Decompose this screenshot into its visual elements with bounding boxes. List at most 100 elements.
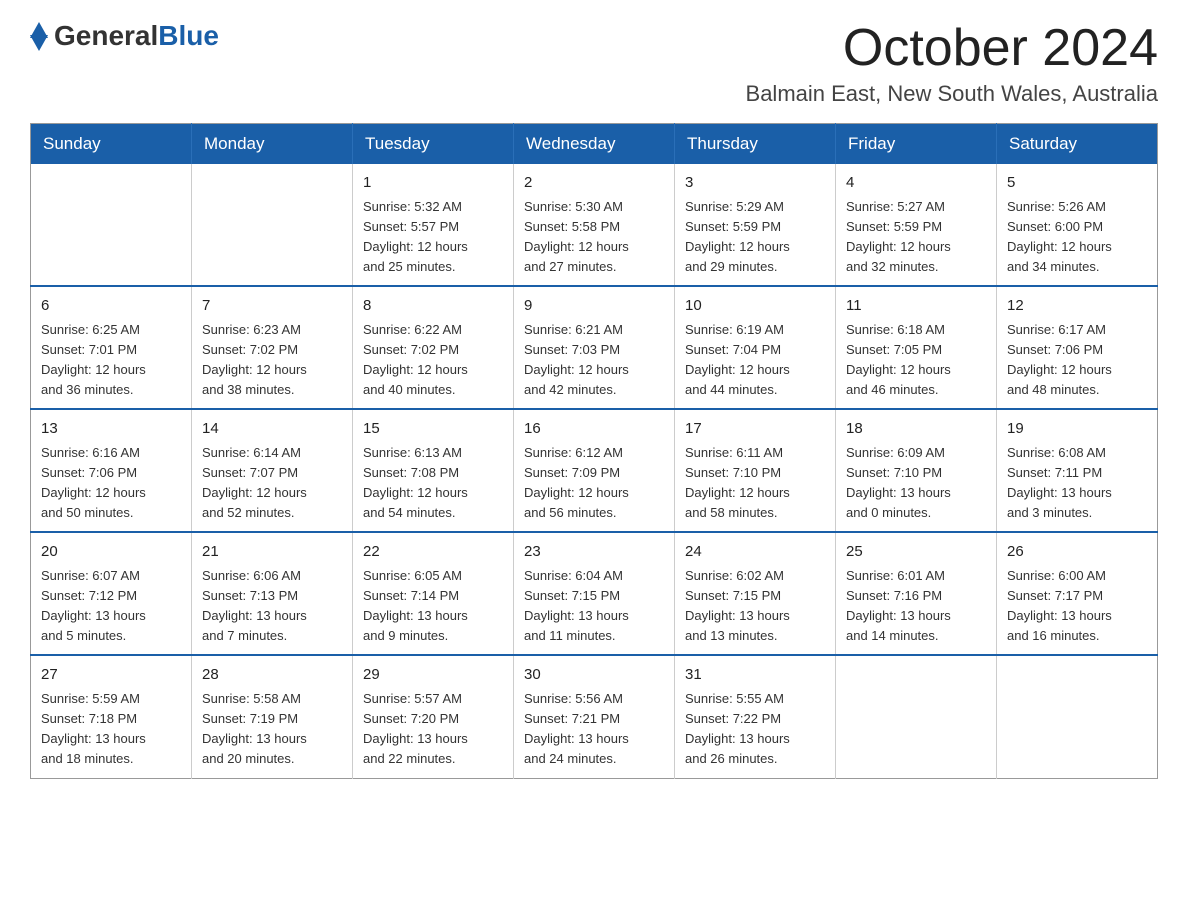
day-number: 24 [685, 541, 825, 564]
calendar-week-row: 13Sunrise: 6:16 AMSunset: 7:06 PMDayligh… [31, 409, 1158, 532]
day-number: 15 [363, 418, 503, 441]
day-info: Sunrise: 6:19 AMSunset: 7:04 PMDaylight:… [685, 320, 825, 401]
day-number: 12 [1007, 295, 1147, 318]
day-info: Sunrise: 6:08 AMSunset: 7:11 PMDaylight:… [1007, 443, 1147, 524]
day-info: Sunrise: 6:09 AMSunset: 7:10 PMDaylight:… [846, 443, 986, 524]
logo-blue-text: Blue [158, 20, 219, 52]
calendar-day-cell: 24Sunrise: 6:02 AMSunset: 7:15 PMDayligh… [675, 532, 836, 655]
day-number: 6 [41, 295, 181, 318]
day-number: 30 [524, 664, 664, 687]
day-number: 29 [363, 664, 503, 687]
calendar-day-cell: 16Sunrise: 6:12 AMSunset: 7:09 PMDayligh… [514, 409, 675, 532]
header: GeneralBlue October 2024 Balmain East, N… [30, 20, 1158, 107]
calendar-day-cell: 15Sunrise: 6:13 AMSunset: 7:08 PMDayligh… [353, 409, 514, 532]
calendar-day-cell: 22Sunrise: 6:05 AMSunset: 7:14 PMDayligh… [353, 532, 514, 655]
day-info: Sunrise: 5:26 AMSunset: 6:00 PMDaylight:… [1007, 197, 1147, 278]
day-info: Sunrise: 5:29 AMSunset: 5:59 PMDaylight:… [685, 197, 825, 278]
day-number: 16 [524, 418, 664, 441]
calendar-day-cell: 5Sunrise: 5:26 AMSunset: 6:00 PMDaylight… [997, 164, 1158, 286]
day-number: 18 [846, 418, 986, 441]
calendar-day-cell: 6Sunrise: 6:25 AMSunset: 7:01 PMDaylight… [31, 286, 192, 409]
day-number: 11 [846, 295, 986, 318]
title-area: October 2024 Balmain East, New South Wal… [746, 20, 1158, 107]
day-info: Sunrise: 6:01 AMSunset: 7:16 PMDaylight:… [846, 566, 986, 647]
calendar-day-cell: 17Sunrise: 6:11 AMSunset: 7:10 PMDayligh… [675, 409, 836, 532]
calendar-header-row: Sunday Monday Tuesday Wednesday Thursday… [31, 124, 1158, 165]
day-number: 25 [846, 541, 986, 564]
day-number: 19 [1007, 418, 1147, 441]
day-info: Sunrise: 6:11 AMSunset: 7:10 PMDaylight:… [685, 443, 825, 524]
day-number: 5 [1007, 172, 1147, 195]
day-number: 3 [685, 172, 825, 195]
day-number: 23 [524, 541, 664, 564]
day-number: 9 [524, 295, 664, 318]
col-tuesday: Tuesday [353, 124, 514, 165]
calendar-day-cell [192, 164, 353, 286]
calendar-day-cell: 1Sunrise: 5:32 AMSunset: 5:57 PMDaylight… [353, 164, 514, 286]
day-info: Sunrise: 6:04 AMSunset: 7:15 PMDaylight:… [524, 566, 664, 647]
calendar-day-cell [836, 655, 997, 778]
calendar-day-cell: 18Sunrise: 6:09 AMSunset: 7:10 PMDayligh… [836, 409, 997, 532]
day-info: Sunrise: 6:22 AMSunset: 7:02 PMDaylight:… [363, 320, 503, 401]
day-info: Sunrise: 5:27 AMSunset: 5:59 PMDaylight:… [846, 197, 986, 278]
calendar-day-cell: 30Sunrise: 5:56 AMSunset: 7:21 PMDayligh… [514, 655, 675, 778]
day-info: Sunrise: 6:18 AMSunset: 7:05 PMDaylight:… [846, 320, 986, 401]
day-info: Sunrise: 5:56 AMSunset: 7:21 PMDaylight:… [524, 689, 664, 770]
calendar-day-cell: 4Sunrise: 5:27 AMSunset: 5:59 PMDaylight… [836, 164, 997, 286]
calendar-week-row: 1Sunrise: 5:32 AMSunset: 5:57 PMDaylight… [31, 164, 1158, 286]
day-number: 31 [685, 664, 825, 687]
calendar-day-cell: 23Sunrise: 6:04 AMSunset: 7:15 PMDayligh… [514, 532, 675, 655]
col-thursday: Thursday [675, 124, 836, 165]
day-info: Sunrise: 5:58 AMSunset: 7:19 PMDaylight:… [202, 689, 342, 770]
day-info: Sunrise: 6:05 AMSunset: 7:14 PMDaylight:… [363, 566, 503, 647]
month-title: October 2024 [746, 20, 1158, 77]
calendar-day-cell: 29Sunrise: 5:57 AMSunset: 7:20 PMDayligh… [353, 655, 514, 778]
logo-general-text: General [54, 20, 158, 52]
calendar-day-cell: 28Sunrise: 5:58 AMSunset: 7:19 PMDayligh… [192, 655, 353, 778]
day-number: 20 [41, 541, 181, 564]
day-number: 21 [202, 541, 342, 564]
day-info: Sunrise: 5:32 AMSunset: 5:57 PMDaylight:… [363, 197, 503, 278]
col-sunday: Sunday [31, 124, 192, 165]
calendar-day-cell: 19Sunrise: 6:08 AMSunset: 7:11 PMDayligh… [997, 409, 1158, 532]
calendar-day-cell [997, 655, 1158, 778]
day-number: 4 [846, 172, 986, 195]
calendar-day-cell: 25Sunrise: 6:01 AMSunset: 7:16 PMDayligh… [836, 532, 997, 655]
day-number: 22 [363, 541, 503, 564]
col-monday: Monday [192, 124, 353, 165]
calendar-week-row: 20Sunrise: 6:07 AMSunset: 7:12 PMDayligh… [31, 532, 1158, 655]
calendar-day-cell: 13Sunrise: 6:16 AMSunset: 7:06 PMDayligh… [31, 409, 192, 532]
day-number: 2 [524, 172, 664, 195]
calendar-day-cell: 31Sunrise: 5:55 AMSunset: 7:22 PMDayligh… [675, 655, 836, 778]
day-info: Sunrise: 6:25 AMSunset: 7:01 PMDaylight:… [41, 320, 181, 401]
logo-area: GeneralBlue [30, 20, 219, 52]
day-number: 27 [41, 664, 181, 687]
location-subtitle: Balmain East, New South Wales, Australia [746, 81, 1158, 107]
calendar-day-cell: 20Sunrise: 6:07 AMSunset: 7:12 PMDayligh… [31, 532, 192, 655]
triangle-bottom-icon [30, 35, 48, 51]
day-info: Sunrise: 5:55 AMSunset: 7:22 PMDaylight:… [685, 689, 825, 770]
calendar-week-row: 6Sunrise: 6:25 AMSunset: 7:01 PMDaylight… [31, 286, 1158, 409]
day-info: Sunrise: 6:13 AMSunset: 7:08 PMDaylight:… [363, 443, 503, 524]
day-info: Sunrise: 6:06 AMSunset: 7:13 PMDaylight:… [202, 566, 342, 647]
calendar-week-row: 27Sunrise: 5:59 AMSunset: 7:18 PMDayligh… [31, 655, 1158, 778]
calendar-table: Sunday Monday Tuesday Wednesday Thursday… [30, 123, 1158, 778]
calendar-day-cell: 8Sunrise: 6:22 AMSunset: 7:02 PMDaylight… [353, 286, 514, 409]
day-info: Sunrise: 6:02 AMSunset: 7:15 PMDaylight:… [685, 566, 825, 647]
calendar-day-cell: 26Sunrise: 6:00 AMSunset: 7:17 PMDayligh… [997, 532, 1158, 655]
day-info: Sunrise: 6:16 AMSunset: 7:06 PMDaylight:… [41, 443, 181, 524]
calendar-day-cell: 7Sunrise: 6:23 AMSunset: 7:02 PMDaylight… [192, 286, 353, 409]
day-number: 26 [1007, 541, 1147, 564]
day-info: Sunrise: 5:57 AMSunset: 7:20 PMDaylight:… [363, 689, 503, 770]
calendar-day-cell: 9Sunrise: 6:21 AMSunset: 7:03 PMDaylight… [514, 286, 675, 409]
calendar-day-cell: 2Sunrise: 5:30 AMSunset: 5:58 PMDaylight… [514, 164, 675, 286]
day-info: Sunrise: 6:21 AMSunset: 7:03 PMDaylight:… [524, 320, 664, 401]
logo-icon [30, 22, 48, 51]
day-info: Sunrise: 6:23 AMSunset: 7:02 PMDaylight:… [202, 320, 342, 401]
calendar-day-cell: 3Sunrise: 5:29 AMSunset: 5:59 PMDaylight… [675, 164, 836, 286]
calendar-day-cell: 21Sunrise: 6:06 AMSunset: 7:13 PMDayligh… [192, 532, 353, 655]
day-number: 13 [41, 418, 181, 441]
calendar-day-cell: 27Sunrise: 5:59 AMSunset: 7:18 PMDayligh… [31, 655, 192, 778]
day-info: Sunrise: 6:07 AMSunset: 7:12 PMDaylight:… [41, 566, 181, 647]
day-info: Sunrise: 6:17 AMSunset: 7:06 PMDaylight:… [1007, 320, 1147, 401]
